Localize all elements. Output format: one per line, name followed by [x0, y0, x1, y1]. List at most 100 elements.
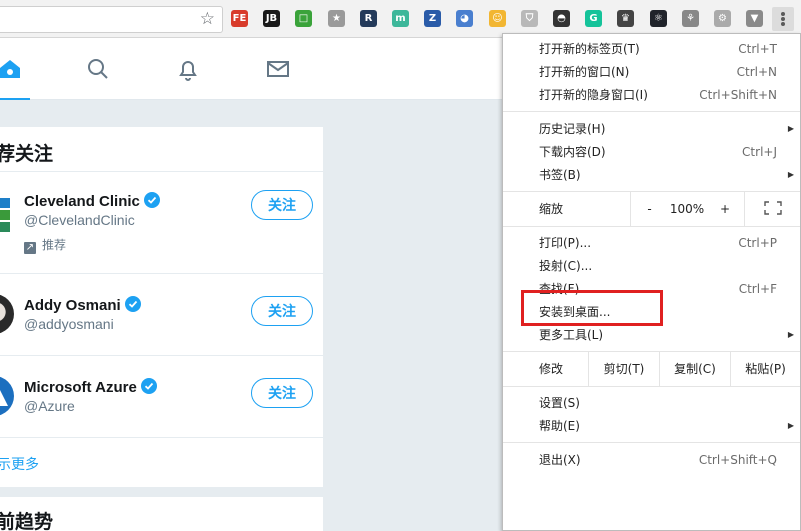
- star-extension-icon[interactable]: ★: [328, 10, 345, 27]
- menu-separator: [503, 111, 800, 112]
- fullscreen-icon: [763, 201, 782, 215]
- edit-label: 修改: [539, 362, 564, 376]
- zoom-out-button[interactable]: -: [630, 192, 668, 226]
- graph-extension-icon[interactable]: ⚘: [682, 10, 699, 27]
- menu-shortcut: Ctrl+J: [742, 145, 777, 159]
- verified-icon: [124, 296, 141, 312]
- vue-extension-icon[interactable]: ▼: [746, 10, 763, 27]
- verified-icon: [143, 192, 160, 208]
- grammarly-extension-icon[interactable]: G: [585, 10, 602, 27]
- follow-button[interactable]: 关注: [251, 296, 313, 326]
- zoom-row: 缩放 - 100% +: [503, 192, 800, 226]
- menu-shortcut: Ctrl+F: [738, 282, 777, 296]
- submenu-arrow-icon: ▶: [787, 421, 794, 430]
- submenu-arrow-icon: ▶: [787, 330, 794, 339]
- m-extension-icon[interactable]: m: [392, 10, 409, 27]
- menu-item-incognito[interactable]: 打开新的隐身窗口(I) Ctrl+Shift+N: [503, 84, 800, 106]
- menu-shortcut: Ctrl+T: [738, 42, 777, 56]
- blue-circle-extension-icon[interactable]: ◕: [456, 10, 473, 27]
- user-row[interactable]: Addy Osmani @addyosmani 关注: [0, 273, 323, 355]
- submenu-arrow-icon: ▶: [787, 170, 794, 179]
- menu-item-label: 帮助(E): [539, 419, 580, 433]
- promoted-label: ↗ 推荐: [24, 238, 67, 254]
- azure-logo-icon: [0, 390, 8, 406]
- menu-item-bookmarks[interactable]: 书签(B) ▶: [503, 164, 800, 186]
- notifications-tab[interactable]: [158, 38, 218, 100]
- menu-item-label: 设置(S): [539, 396, 580, 410]
- chrome-menu: 打开新的标签页(T) Ctrl+T 打开新的窗口(N) Ctrl+N 打开新的隐身窗…: [502, 33, 801, 531]
- user-name[interactable]: Microsoft Azure: [24, 378, 157, 396]
- zoom-label: 缩放: [539, 202, 564, 216]
- menu-item-label: 打开新的隐身窗口(I): [539, 88, 648, 102]
- menu-item-new-window[interactable]: 打开新的窗口(N) Ctrl+N: [503, 61, 800, 83]
- menu-item-history[interactable]: 历史记录(H) ▶: [503, 118, 800, 140]
- user-row[interactable]: Microsoft Azure @Azure 关注: [0, 355, 323, 437]
- gear-extension-icon[interactable]: ⚙: [714, 10, 731, 27]
- menu-item-label: 打开新的标签页(T): [539, 42, 640, 56]
- avatar: [0, 376, 14, 416]
- menu-shortcut: Ctrl+Shift+Q: [698, 453, 777, 467]
- bell-icon: [179, 61, 197, 81]
- user-row[interactable]: Cleveland Clinic @ClevelandClinic ↗ 推荐 关注: [0, 171, 323, 273]
- menu-item-label: 投射(C)...: [539, 259, 593, 273]
- search-tab[interactable]: [68, 38, 128, 100]
- kebab-menu-icon[interactable]: [772, 7, 794, 31]
- user-handle: @addyosmani: [24, 316, 114, 332]
- zoom-in-button[interactable]: +: [706, 192, 744, 226]
- menu-item-label: 书签(B): [539, 168, 581, 182]
- menu-item-label: 打印(P)...: [539, 236, 592, 250]
- search-icon: [88, 59, 108, 79]
- menu-item-label: 打开新的窗口(N): [539, 65, 630, 79]
- avatar: [0, 294, 14, 334]
- star-icon[interactable]: ☆: [200, 9, 215, 29]
- spy-extension-icon[interactable]: ♛: [617, 10, 634, 27]
- user-handle: @ClevelandClinic: [24, 212, 135, 228]
- mail-icon: [267, 61, 289, 77]
- menu-item-print[interactable]: 打印(P)... Ctrl+P: [503, 232, 800, 254]
- menu-shortcut: Ctrl+N: [736, 65, 777, 79]
- menu-item-label: 下载内容(D): [539, 145, 606, 159]
- shield-extension-icon[interactable]: ⛉: [521, 10, 538, 27]
- menu-item-settings[interactable]: 设置(S): [503, 392, 800, 414]
- who-to-follow-card: 荐关注 Cleveland Clinic @ClevelandClinic ↗ 推…: [0, 127, 323, 487]
- menu-separator: [503, 442, 800, 443]
- user-handle: @Azure: [24, 398, 75, 414]
- smiley-extension-icon[interactable]: ☺: [489, 10, 506, 27]
- trends-card: 前趋势: [0, 497, 323, 531]
- menu-item-more-tools[interactable]: 更多工具(L) ▶: [503, 324, 800, 346]
- react-extension-icon[interactable]: ⚛: [650, 10, 667, 27]
- copy-button[interactable]: 复制(C): [659, 352, 730, 386]
- show-more-row: 示更多: [0, 437, 323, 487]
- menu-item-cast[interactable]: 投射(C)...: [503, 255, 800, 277]
- highlight-box: [521, 290, 663, 326]
- cut-button[interactable]: 剪切(T): [588, 352, 659, 386]
- jetbrains-extension-icon[interactable]: JB: [263, 10, 280, 27]
- fe-extension-icon[interactable]: FE: [231, 10, 248, 27]
- menu-separator: [503, 386, 800, 387]
- user-name[interactable]: Cleveland Clinic: [24, 192, 160, 210]
- paste-button[interactable]: 粘贴(P): [730, 352, 800, 386]
- menu-item-help[interactable]: 帮助(E) ▶: [503, 415, 800, 437]
- active-tab-indicator: [0, 98, 30, 100]
- show-more-link[interactable]: 示更多: [0, 454, 39, 474]
- menu-shortcut: Ctrl+Shift+N: [699, 88, 777, 102]
- r-extension-icon[interactable]: R: [360, 10, 377, 27]
- z-extension-icon[interactable]: Z: [424, 10, 441, 27]
- menu-item-label: 历史记录(H): [539, 122, 606, 136]
- fullscreen-button[interactable]: [744, 192, 800, 226]
- green-square-extension-icon[interactable]: □: [295, 10, 312, 27]
- address-bar[interactable]: ☆: [0, 6, 223, 33]
- follow-button[interactable]: 关注: [251, 190, 313, 220]
- home-tab[interactable]: [0, 38, 40, 100]
- follow-button[interactable]: 关注: [251, 378, 313, 408]
- trends-title: 前趋势: [0, 512, 54, 531]
- zoom-value: 100%: [669, 202, 705, 216]
- user-name[interactable]: Addy Osmani: [24, 296, 141, 314]
- home-icon: [0, 60, 20, 78]
- menu-item-new-tab[interactable]: 打开新的标签页(T) Ctrl+T: [503, 38, 800, 60]
- menu-item-downloads[interactable]: 下载内容(D) Ctrl+J: [503, 141, 800, 163]
- mask-extension-icon[interactable]: ◓: [553, 10, 570, 27]
- messages-tab[interactable]: [248, 38, 308, 100]
- menu-item-exit[interactable]: 退出(X) Ctrl+Shift+Q: [503, 449, 800, 471]
- card-title: 荐关注: [0, 144, 54, 165]
